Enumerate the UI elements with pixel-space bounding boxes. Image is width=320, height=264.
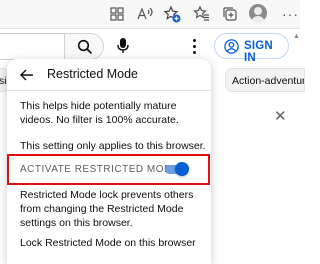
restricted-mode-description: This helps hide potentially mature video… [20,100,179,126]
panel-divider [7,90,211,91]
search-button[interactable] [64,33,104,60]
add-favorite-icon[interactable] [163,5,181,23]
voice-search-button[interactable] [111,34,135,58]
kebab-dot [193,51,196,54]
more-dots-icon[interactable]: ··· [282,6,299,22]
settings-menu-button[interactable] [187,37,203,55]
microphone-icon [117,38,129,53]
search-icon [77,39,93,55]
tab-grid-icon[interactable] [108,5,126,23]
sign-in-label: SIGN IN [244,40,273,64]
browser-only-note: This setting only applies to this browse… [20,140,206,152]
account-icon [224,39,239,54]
lock-restricted-mode-link[interactable]: Lock Restricted Mode on this browser [20,237,196,249]
favorites-icon[interactable] [193,5,211,23]
toggle-knob[interactable] [175,162,189,176]
activate-restricted-mode-label: ACTIVATE RESTRICTED MODE [20,164,179,175]
lock-description: Restricted Mode lock prevents others fro… [20,189,194,229]
close-icon[interactable]: ✕ [274,107,287,125]
scroll-up-icon[interactable]: ▲ [293,33,300,40]
panel-title: Restricted Mode [47,67,139,81]
chip-label: Action-adventure [232,75,305,87]
profile-avatar[interactable] [249,4,267,22]
kebab-dot [193,39,196,42]
kebab-dot [193,45,196,48]
sign-in-button[interactable]: SIGN IN [214,33,289,64]
back-button[interactable] [18,66,36,84]
search-input[interactable] [0,33,64,60]
back-arrow-icon [20,69,33,81]
read-aloud-icon[interactable] [136,5,154,23]
browser-toolbar: ··· [0,0,300,29]
avatar-shoulders-shape [251,16,265,22]
avatar-head-shape [254,7,262,15]
collections-icon[interactable] [221,5,239,23]
category-chip-action-adventure[interactable]: Action-adventure [225,68,305,92]
